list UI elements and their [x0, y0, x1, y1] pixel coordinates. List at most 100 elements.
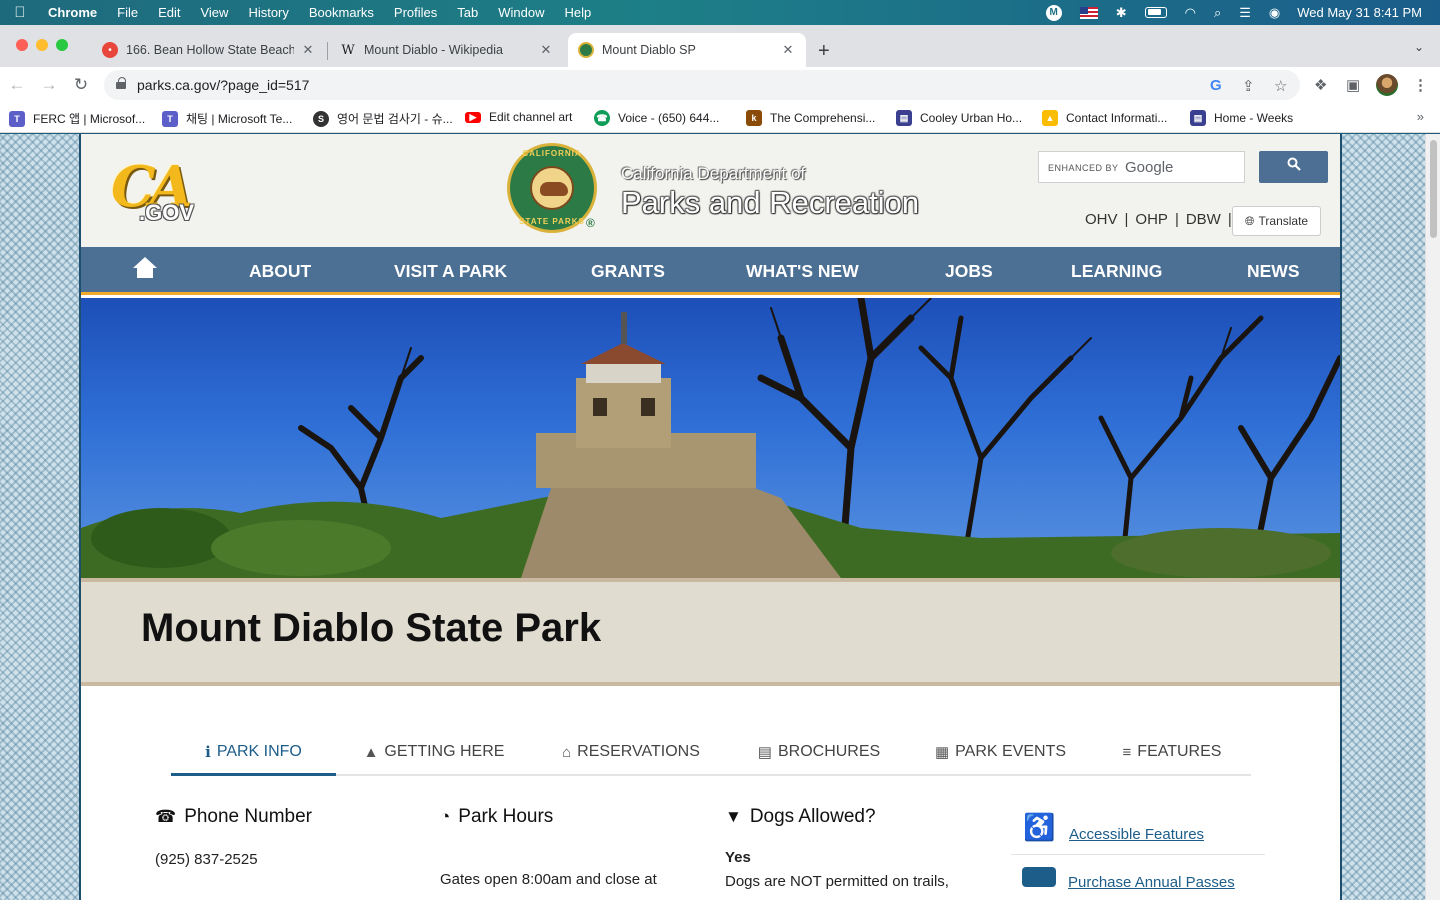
- bookmark-cooley[interactable]: ▤ Cooley Urban Ho...: [896, 110, 1022, 126]
- menu-chrome[interactable]: Chrome: [40, 0, 107, 25]
- bookmark-google-voice[interactable]: ☎ Voice - (650) 644...: [594, 110, 719, 126]
- phone-value[interactable]: (925) 837-2525: [155, 848, 415, 872]
- url-text[interactable]: parks.ca.gov/?page_id=517: [137, 77, 309, 93]
- phone-number-section: ☎ Phone Number (925) 837-2525: [155, 806, 415, 872]
- reload-button[interactable]: ↻: [69, 73, 93, 97]
- new-tab-button[interactable]: +: [818, 40, 830, 63]
- menu-history[interactable]: History: [238, 0, 298, 25]
- close-window-button[interactable]: [16, 39, 28, 51]
- bookmark-grammar-checker[interactable]: S 영어 문법 검사기 - 슈...: [313, 110, 453, 127]
- site-search-button[interactable]: [1259, 151, 1328, 183]
- google-drive-icon: ▲: [1042, 110, 1058, 126]
- ohv-link[interactable]: OHV: [1085, 211, 1118, 228]
- bookmark-edit-channel-art[interactable]: ▶ Edit channel art: [465, 110, 572, 124]
- department-title[interactable]: Parks and Recreation: [621, 185, 919, 221]
- tab-getting-here[interactable]: ▲ GETTING HERE: [336, 730, 532, 776]
- youtube-icon: ▶: [465, 111, 481, 123]
- nav-visit-a-park[interactable]: VISIT A PARK: [394, 261, 507, 282]
- divider: [1011, 854, 1265, 855]
- nav-learning[interactable]: LEARNING: [1071, 261, 1162, 282]
- wikipedia-icon: W: [341, 42, 355, 58]
- site-search-input[interactable]: ENHANCED BY Google: [1038, 151, 1245, 183]
- google-wordmark: Google: [1125, 159, 1174, 176]
- address-bar[interactable]: parks.ca.gov/?page_id=517 G ⇪ ☆: [104, 70, 1300, 100]
- ohp-link[interactable]: OHP: [1135, 211, 1168, 228]
- bear-icon: [540, 182, 568, 196]
- nav-news[interactable]: NEWS: [1247, 261, 1300, 282]
- registered-mark: ®: [586, 216, 595, 230]
- bookmark-comprehensive[interactable]: k The Comprehensi...: [746, 110, 875, 126]
- chrome-menu-icon[interactable]: ⋮: [1413, 76, 1428, 94]
- google-lens-icon[interactable]: G: [1210, 77, 1222, 94]
- more-bookmarks-chevron-icon[interactable]: »: [1417, 109, 1424, 124]
- state-parks-seal[interactable]: CALIFORNIA STATE PARKS: [507, 143, 597, 233]
- lock-icon[interactable]: [116, 77, 126, 89]
- bookmark-home-weeks[interactable]: ▤ Home - Weeks: [1190, 110, 1293, 126]
- minimize-window-button[interactable]: [36, 39, 48, 51]
- status-m-icon[interactable]: M: [1045, 4, 1062, 21]
- tab-wikipedia[interactable]: W Mount Diablo - Wikipedia ✕: [330, 33, 564, 67]
- profile-avatar[interactable]: [1376, 74, 1398, 96]
- bookmark-teams-chat[interactable]: T 채팅 | Microsoft Te...: [162, 110, 292, 127]
- home-icon[interactable]: [133, 257, 157, 279]
- stone-tower: [576, 378, 671, 448]
- close-tab-icon[interactable]: ✕: [300, 42, 316, 58]
- scrollbar-thumb[interactable]: [1430, 140, 1437, 238]
- nav-grants[interactable]: GRANTS: [591, 261, 665, 282]
- wifi-icon[interactable]: ◠: [1185, 5, 1196, 21]
- close-tab-icon[interactable]: ✕: [780, 42, 796, 58]
- nav-whats-new[interactable]: WHAT'S NEW: [746, 261, 859, 282]
- teams-icon: T: [162, 110, 178, 127]
- extensions-puzzle-icon[interactable]: ❖: [1314, 76, 1327, 94]
- tab-reservations[interactable]: ⌂ RESERVATIONS: [532, 730, 730, 776]
- bluetooth-icon[interactable]: ✱: [1116, 5, 1127, 21]
- side-panel-icon[interactable]: ▣: [1346, 76, 1360, 94]
- menu-file[interactable]: File: [107, 0, 148, 25]
- menu-bookmarks[interactable]: Bookmarks: [299, 0, 384, 25]
- department-subtitle[interactable]: California Department of: [621, 164, 805, 184]
- menu-view[interactable]: View: [190, 0, 238, 25]
- tab-bean-hollow[interactable]: • 166. Bean Hollow State Beach, ✕: [92, 33, 326, 67]
- dbw-link[interactable]: DBW: [1186, 211, 1221, 228]
- page-scrollbar[interactable]: [1425, 134, 1440, 900]
- bookmark-star-icon[interactable]: ☆: [1274, 77, 1287, 95]
- site-icon: ▤: [1190, 110, 1206, 126]
- siri-icon[interactable]: ◉: [1269, 5, 1280, 21]
- menu-profiles[interactable]: Profiles: [384, 0, 447, 25]
- menu-edit[interactable]: Edit: [148, 0, 190, 25]
- menubar-clock[interactable]: Wed May 31 8:41 PM: [1297, 5, 1422, 20]
- share-icon[interactable]: ⇪: [1242, 77, 1255, 95]
- input-source-flag-icon[interactable]: [1079, 6, 1098, 19]
- nav-jobs[interactable]: JOBS: [945, 261, 993, 282]
- tab-search-chevron-icon[interactable]: ⌄: [1414, 40, 1424, 54]
- tab-brochures[interactable]: ▤ BROCHURES: [730, 730, 908, 776]
- fullscreen-window-button[interactable]: [56, 39, 68, 51]
- menu-window[interactable]: Window: [488, 0, 554, 25]
- menu-help[interactable]: Help: [555, 0, 602, 25]
- control-center-icon[interactable]: ☰: [1239, 5, 1251, 21]
- menu-tab[interactable]: Tab: [447, 0, 488, 25]
- bookmark-contact-info[interactable]: ▲ Contact Informati...: [1042, 110, 1167, 126]
- spotlight-search-icon[interactable]: ⌕: [1214, 5, 1221, 21]
- forward-button[interactable]: →: [37, 73, 61, 97]
- back-button[interactable]: ←: [5, 73, 29, 97]
- ca-gov-logo[interactable]: CA .GOV: [109, 154, 205, 229]
- wheelchair-icon: ♿: [1023, 812, 1056, 842]
- translate-button[interactable]: 🌐︎ Translate: [1232, 206, 1321, 236]
- tab-park-info[interactable]: i PARK INFO: [171, 730, 336, 776]
- info-icon: i: [205, 742, 211, 761]
- k-icon: k: [746, 110, 762, 126]
- close-tab-icon[interactable]: ✕: [538, 42, 554, 58]
- nav-about[interactable]: ABOUT: [249, 261, 311, 282]
- battery-icon[interactable]: [1144, 7, 1167, 18]
- tab-park-events[interactable]: ▦ PARK EVENTS: [908, 730, 1093, 776]
- search-icon: [1287, 157, 1301, 171]
- purchase-annual-passes-link[interactable]: Purchase Annual Passes: [1068, 874, 1235, 891]
- apple-menu-icon[interactable]: : [0, 4, 40, 21]
- tab-features[interactable]: ≡ FEATURES: [1093, 730, 1251, 776]
- beacon-mast: [621, 312, 627, 344]
- separator: |: [1174, 211, 1179, 228]
- accessible-features-link[interactable]: Accessible Features: [1069, 826, 1204, 843]
- bookmark-ferc[interactable]: T FERC 앱 | Microsof...: [9, 110, 145, 127]
- tab-mount-diablo-active[interactable]: Mount Diablo SP ✕: [568, 33, 806, 67]
